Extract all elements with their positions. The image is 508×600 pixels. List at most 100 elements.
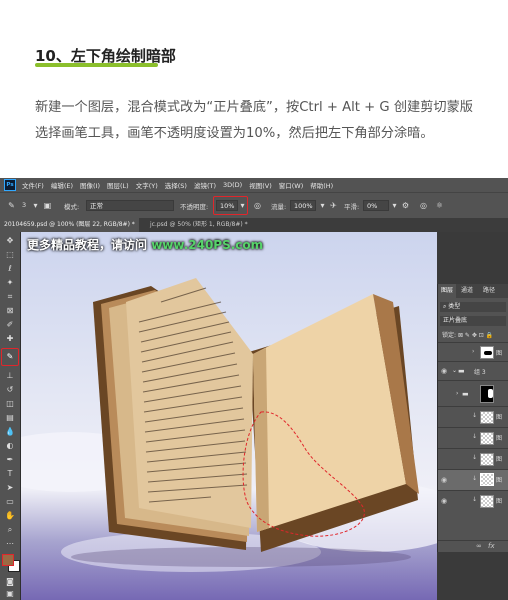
history-brush-icon[interactable]: ↺: [3, 384, 17, 396]
tab-paths[interactable]: 路径: [480, 284, 498, 298]
color-swatches[interactable]: [2, 554, 20, 572]
brush-tool-icon[interactable]: ✎: [1, 348, 19, 366]
symmetry-icon[interactable]: ⚛: [434, 200, 445, 211]
lock-icon[interactable]: ⊠ ✎ ✥ ⊡ 🔒: [458, 332, 493, 339]
stamp-tool-icon[interactable]: ⊥: [3, 370, 17, 382]
path-select-tool-icon[interactable]: ➤: [3, 482, 17, 494]
clipping-mask-icon: ↓: [472, 496, 478, 503]
layer-row[interactable]: ↓ 图: [438, 427, 508, 448]
chevron-down-icon[interactable]: ▾: [389, 200, 400, 211]
lock-label: 锁定:: [442, 332, 457, 339]
layers-panel: 图层 通道 路径 ⌕ 类型 正片叠底 锁定: ⊠ ✎ ✥ ⊡ 🔒 › 图 ◉ ⌄…: [437, 284, 508, 552]
crop-tool-icon[interactable]: ⌗: [3, 291, 17, 303]
layer-thumbnail: [480, 411, 494, 424]
pressure-size-icon[interactable]: ◎: [418, 200, 429, 211]
quick-select-tool-icon[interactable]: ✦: [3, 277, 17, 289]
clipping-mask-icon: ↓: [472, 454, 478, 461]
healing-tool-icon[interactable]: ✚: [3, 333, 17, 345]
menu-edit[interactable]: 编辑(E): [51, 180, 73, 190]
gear-icon[interactable]: ⚙: [400, 200, 411, 211]
fx-icon[interactable]: fx: [488, 542, 495, 550]
options-bar: ✎ 3 ▾ ▣ 模式: 正常 不透明度: 10% ▾ ◎ 流量: 100% ▾ …: [0, 192, 508, 220]
link-icon[interactable]: ∞: [476, 542, 482, 550]
marquee-tool-icon[interactable]: ⬚: [3, 249, 17, 261]
eraser-tool-icon[interactable]: ◫: [3, 398, 17, 410]
edit-toolbar-icon[interactable]: ⋯: [3, 538, 17, 550]
layer-row[interactable]: › 图: [438, 342, 508, 361]
menu-help[interactable]: 帮助(H): [310, 180, 333, 190]
canvas[interactable]: 更多精品教程，请访问 www.240PS.com: [21, 232, 437, 600]
foreground-color-swatch[interactable]: [2, 554, 14, 566]
eye-icon[interactable]: ◉: [441, 497, 449, 505]
tab-document-1[interactable]: 20104659.psd @ 100% (图层 22, RGB/8#) *: [0, 218, 139, 232]
layer-name: 图: [496, 350, 503, 357]
layer-filter-select[interactable]: ⌕ 类型: [440, 302, 506, 312]
layers-panel-tabs: 图层 通道 路径: [438, 284, 508, 298]
move-tool-icon[interactable]: ✥: [3, 235, 17, 247]
tab-document-2[interactable]: jc.psd @ 50% (矩形 1, RGB/8#) *: [146, 218, 252, 232]
type-tool-icon[interactable]: T: [3, 468, 17, 480]
blur-tool-icon[interactable]: 💧: [3, 426, 17, 438]
brush-preset-icon[interactable]: ✎: [6, 200, 17, 211]
smooth-input[interactable]: 0%: [363, 200, 389, 211]
pen-tool-icon[interactable]: ✒: [3, 454, 17, 466]
layer-name: 组 3: [474, 369, 486, 376]
shape-tool-icon[interactable]: ▭: [3, 496, 17, 508]
hand-tool-icon[interactable]: ✋: [3, 510, 17, 522]
chevron-down-icon[interactable]: ▾: [317, 200, 328, 211]
gradient-tool-icon[interactable]: ▤: [3, 412, 17, 424]
chevron-down-icon[interactable]: ▾: [30, 200, 41, 211]
menu-3d[interactable]: 3D(D): [223, 181, 242, 189]
airbrush-icon[interactable]: ✈: [328, 200, 339, 211]
menu-select[interactable]: 选择(S): [165, 180, 187, 190]
mode-select[interactable]: 正常: [86, 200, 174, 211]
layer-row[interactable]: ↓ 图: [438, 448, 508, 469]
flow-input[interactable]: 100%: [290, 200, 316, 211]
layer-name: 图: [496, 414, 503, 421]
layer-name: 图: [496, 456, 503, 463]
chevron-down-icon[interactable]: ⌄: [452, 367, 457, 374]
eye-icon[interactable]: ◉: [441, 367, 449, 375]
article-paragraph: 新建一个图层，混合模式改为“正片叠底”，按Ctrl + Alt + G 创建剪切…: [35, 100, 473, 141]
layer-thumbnail: [480, 453, 494, 466]
layer-group-row[interactable]: ◉ ⌄ ▬ 组 3: [438, 361, 508, 380]
lock-row: 锁定: ⊠ ✎ ✥ ⊡ 🔒: [442, 330, 493, 339]
zoom-tool-icon[interactable]: ⌕: [3, 524, 17, 536]
clipping-mask-icon: ↓: [472, 433, 478, 440]
eyedropper-tool-icon[interactable]: ✐: [3, 319, 17, 331]
layer-name: 图: [496, 477, 503, 484]
screen-mode-icon[interactable]: ▣: [3, 588, 17, 600]
frame-tool-icon[interactable]: ⊠: [3, 305, 17, 317]
dodge-tool-icon[interactable]: ◐: [3, 440, 17, 452]
menu-file[interactable]: 文件(F): [22, 180, 44, 190]
layer-row[interactable]: ◉ ↓ 图: [438, 490, 508, 511]
menu-type[interactable]: 文字(Y): [136, 180, 158, 190]
clipping-mask-icon: ↓: [472, 412, 478, 419]
menu-layer[interactable]: 图层(L): [107, 180, 129, 190]
brush-size-value[interactable]: 3: [22, 201, 26, 209]
eye-icon[interactable]: ◉: [441, 476, 449, 484]
menu-filter[interactable]: 滤镜(T): [194, 180, 216, 190]
quick-mask-icon[interactable]: ◙: [3, 576, 17, 588]
lasso-tool-icon[interactable]: ℓ: [3, 263, 17, 275]
photoshop-window: Ps 文件(F) 编辑(E) 图像(I) 图层(L) 文字(Y) 选择(S) 滤…: [0, 178, 508, 600]
tab-channels[interactable]: 通道: [458, 284, 476, 298]
blend-mode-select[interactable]: 正片叠底: [440, 316, 506, 326]
layer-row[interactable]: ↓ 图: [438, 406, 508, 427]
open-book-image: [71, 278, 419, 567]
chevron-right-icon[interactable]: ›: [472, 348, 474, 355]
brush-panel-icon[interactable]: ▣: [42, 200, 53, 211]
chevron-right-icon[interactable]: ›: [456, 390, 458, 397]
tab-layers[interactable]: 图层: [438, 284, 457, 298]
pressure-opacity-icon[interactable]: ◎: [252, 200, 263, 211]
layer-name: 图: [496, 498, 503, 505]
menu-window[interactable]: 窗口(W): [279, 180, 304, 190]
menu-bar: Ps 文件(F) 编辑(E) 图像(I) 图层(L) 文字(Y) 选择(S) 滤…: [0, 178, 508, 192]
folder-icon: ▬: [458, 367, 465, 375]
menu-view[interactable]: 视图(V): [249, 180, 272, 190]
layer-group-row[interactable]: › ▬: [438, 380, 508, 406]
layer-row-selected[interactable]: ◉ ↓ 图: [438, 469, 508, 490]
photoshop-logo-icon[interactable]: Ps: [4, 179, 16, 191]
menu-image[interactable]: 图像(I): [80, 180, 100, 190]
layer-thumbnail: [480, 432, 494, 445]
